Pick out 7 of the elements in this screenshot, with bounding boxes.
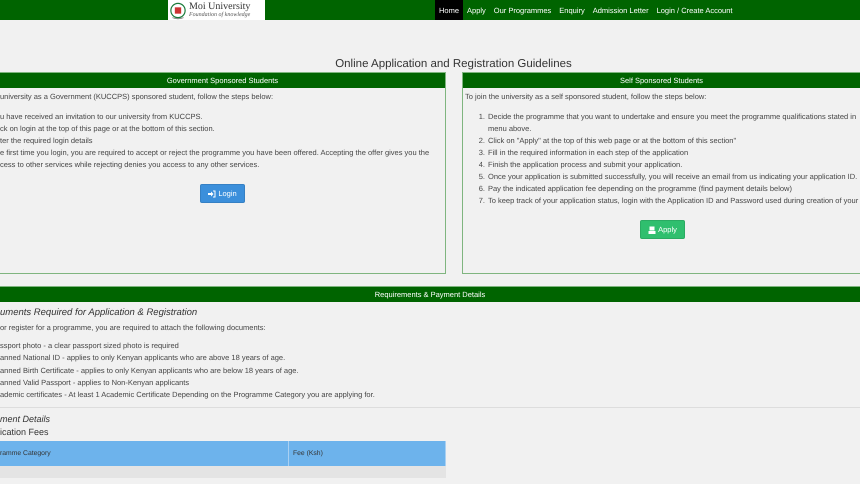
page-title: Online Application and Registration Guidelines (335, 58, 572, 70)
subsection-heading: ication Fees (0, 427, 50, 438)
logo-name: Moi University (189, 2, 250, 12)
sign-in-icon (208, 190, 216, 198)
crest-icon (170, 0, 186, 20)
section-heading: uments Required for Application & Registration (0, 307, 198, 318)
section-heading: ment Details (0, 414, 52, 424)
